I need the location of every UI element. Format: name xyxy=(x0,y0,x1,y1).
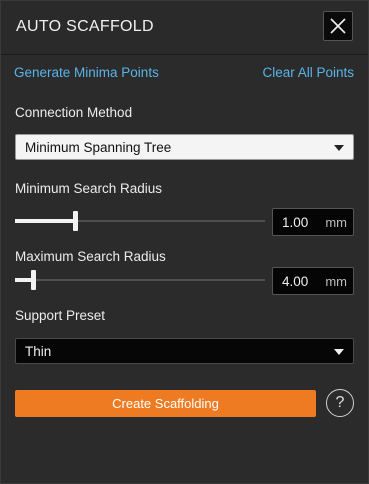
panel-title: AUTO SCAFFOLD xyxy=(16,18,154,35)
clear-all-points-link[interactable]: Clear All Points xyxy=(262,65,354,80)
connection-method-dropdown[interactable]: Minimum Spanning Tree xyxy=(15,134,354,160)
panel-header: AUTO SCAFFOLD xyxy=(1,1,368,55)
slider-thumb[interactable] xyxy=(31,270,36,290)
chevron-down-icon xyxy=(334,145,344,151)
support-preset-label: Support Preset xyxy=(15,308,106,323)
minimum-search-radius-slider[interactable] xyxy=(15,211,265,231)
support-preset-dropdown[interactable]: Thin xyxy=(15,338,354,364)
slider-track xyxy=(15,279,265,281)
minimum-search-radius-label: Minimum Search Radius xyxy=(15,181,163,196)
close-icon xyxy=(330,18,346,34)
help-icon[interactable]: ? xyxy=(326,389,354,417)
auto-scaffold-panel: AUTO SCAFFOLD Generate Minima Points Cle… xyxy=(0,0,369,484)
minimum-search-radius-value: 1.00 xyxy=(282,215,309,230)
create-scaffolding-button[interactable]: Create Scaffolding xyxy=(15,390,316,417)
minimum-search-radius-unit: mm xyxy=(325,215,347,230)
chevron-down-icon xyxy=(334,349,344,355)
maximum-search-radius-input[interactable]: 4.00 mm xyxy=(272,267,354,295)
slider-fill xyxy=(15,219,75,223)
close-button[interactable] xyxy=(323,11,353,41)
minimum-search-radius-input[interactable]: 1.00 mm xyxy=(272,208,354,236)
connection-method-value: Minimum Spanning Tree xyxy=(25,140,172,155)
maximum-search-radius-unit: mm xyxy=(325,274,347,289)
maximum-search-radius-value: 4.00 xyxy=(282,274,309,289)
slider-thumb[interactable] xyxy=(73,211,78,231)
maximum-search-radius-slider[interactable] xyxy=(15,270,265,290)
generate-minima-points-link[interactable]: Generate Minima Points xyxy=(14,65,159,80)
support-preset-value: Thin xyxy=(25,344,52,359)
maximum-search-radius-label: Maximum Search Radius xyxy=(15,249,166,264)
connection-method-label: Connection Method xyxy=(15,105,133,120)
